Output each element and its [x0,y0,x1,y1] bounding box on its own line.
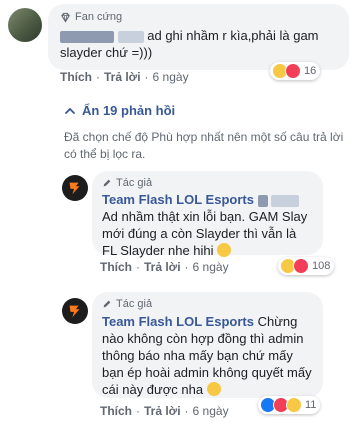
hide-replies-toggle[interactable]: Ẩn 19 phản hồi [64,103,175,118]
reaction-count: 108 [312,260,331,272]
blurred-mention [257,194,268,207]
author-badge: Tác giả [102,177,313,189]
reply-link[interactable]: Trả lời [144,260,181,274]
page-avatar[interactable] [62,175,88,201]
blurred-name [60,30,114,43]
comment-time: 6 ngày [192,260,229,274]
love-reaction-icon [285,63,301,79]
diamond-badge-icon [61,12,70,23]
comment-time: 6 ngày [152,70,189,84]
like-link[interactable]: Thích [60,70,92,84]
reaction-summary[interactable]: 108 [278,257,335,275]
reaction-summary[interactable]: 11 [258,396,321,414]
love-reaction-icon [293,258,309,274]
author-badge: Tác giả [102,298,313,310]
reply-link[interactable]: Trả lời [104,70,141,84]
reply-link[interactable]: Trả lời [144,404,181,418]
comment-text: ad ghi nhầm r kìa,phải là gam slayder ch… [60,28,319,60]
pen-badge-icon [103,300,111,308]
grinning-face-emoji [206,382,221,396]
commenter-avatar[interactable] [8,8,42,42]
comment-actions: Thích · Trả lời · 6 ngày [60,70,189,84]
reply-text: Team Flash LOL Esports Ad nhầm thật xin … [102,192,308,258]
blurred-mention [271,194,300,207]
team-flash-logo-icon [69,305,80,318]
blurred-name [117,30,144,43]
reaction-count: 16 [304,65,317,77]
author-name[interactable]: Team Flash LOL Esports [102,192,254,207]
team-flash-logo-icon [69,182,80,195]
reply-actions: Thích · Trả lời · 6 ngày [100,260,229,274]
reaction-summary[interactable]: 16 [270,62,321,80]
badge-label: Tác giả [116,177,153,189]
page-avatar[interactable] [62,298,88,324]
comment-time: 6 ngày [192,404,229,418]
filter-note: Đã chọn chế độ Phù hợp nhất nên một số c… [64,130,344,161]
reaction-count: 11 [305,399,317,411]
reply-bubble: Tác giả Team Flash LOL Esports Ad nhầm t… [92,171,323,258]
comment-bubble: Fan cứng ad ghi nhầm r kìa,phải là gam s… [48,4,349,70]
like-link[interactable]: Thích [100,404,132,418]
pen-badge-icon [103,179,111,187]
like-link[interactable]: Thích [100,260,132,274]
reply-actions: Thích · Trả lời · 6 ngày [100,404,229,418]
hide-replies-label: Ẩn 19 phản hồi [82,103,176,118]
top-fan-badge: Fan cứng [60,11,337,23]
author-name[interactable]: Team Flash LOL Esports [102,314,254,329]
reply-text: Team Flash LOL Esports Chừng nào không c… [102,314,312,397]
badge-label: Tác giả [116,298,153,310]
reply-bubble: Tác giả Team Flash LOL Esports Chừng nào… [92,292,323,398]
haha-reaction-icon [286,397,302,413]
badge-label: Fan cứng [75,11,123,23]
relieved-face-emoji [217,243,232,257]
chevron-up-icon [65,107,75,114]
